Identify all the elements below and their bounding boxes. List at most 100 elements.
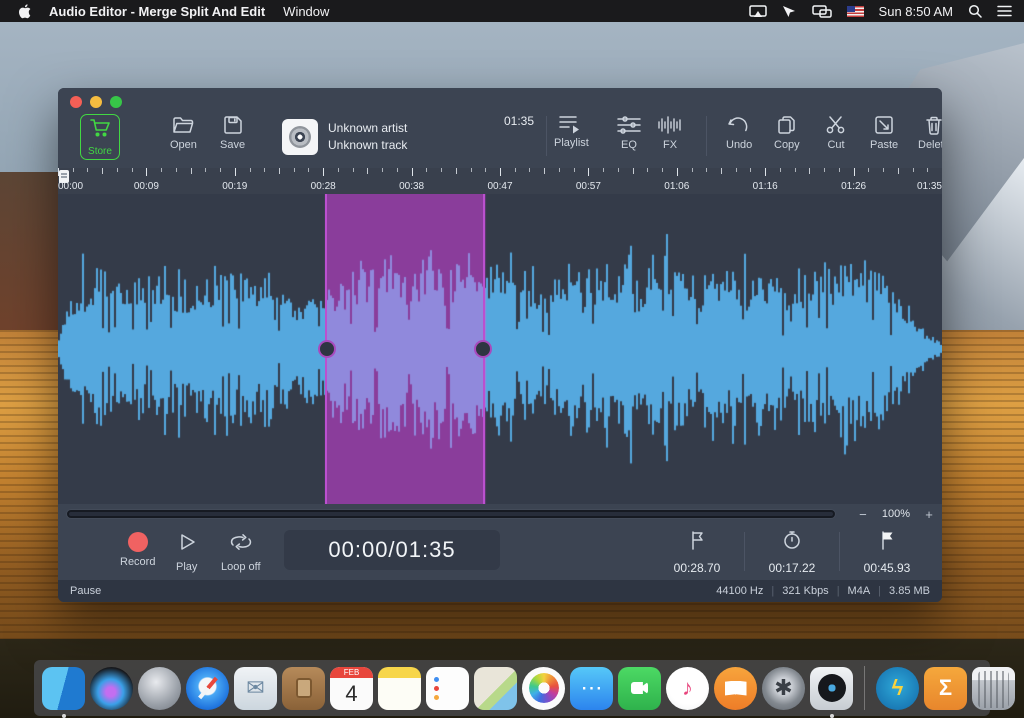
waveform-area[interactable] — [58, 194, 942, 504]
ruler-tick-major — [765, 168, 767, 176]
dock-lightning-app-icon[interactable]: ϟ — [876, 666, 919, 710]
ruler-tick-minor — [190, 168, 192, 174]
record-button[interactable]: Record — [120, 532, 155, 568]
airplay-display-icon[interactable] — [748, 4, 767, 18]
waveform-canvas[interactable] — [58, 194, 942, 504]
stopwatch-icon — [782, 530, 802, 555]
dock-launchpad-icon[interactable] — [138, 666, 181, 710]
pointer-icon[interactable] — [782, 5, 797, 18]
dock-ibooks-icon[interactable] — [714, 666, 757, 710]
calendar-month: FEB — [330, 666, 373, 678]
scrollbar-thumb[interactable] — [69, 512, 833, 516]
dock-notes-icon[interactable] — [378, 666, 421, 710]
zoom-window-button[interactable] — [110, 96, 122, 108]
zoom-in-button[interactable]: + — [922, 507, 936, 522]
undo-button[interactable]: Undo — [726, 114, 752, 151]
time-display: 00:00/01:35 — [284, 530, 500, 570]
ruler-tick-minor — [735, 168, 737, 172]
copy-button[interactable]: Copy — [774, 114, 800, 151]
status-divider: | — [836, 585, 840, 597]
ruler-tick-minor — [308, 168, 310, 172]
ruler-tick-major — [323, 168, 325, 176]
window-controls — [70, 96, 122, 108]
dock-photos-icon[interactable] — [522, 666, 565, 710]
timeline-ruler[interactable]: 00:00 00:09 00:19 00:28 00:38 00:47 00:57 01:06… — [58, 168, 942, 194]
ruler-tick-minor — [662, 168, 664, 172]
dock-calendar-icon[interactable]: FEB 4 — [330, 666, 373, 710]
dock-audio-editor-icon[interactable] — [810, 666, 853, 718]
ruler-tick-minor — [279, 168, 280, 174]
delete-button[interactable]: Delete — [918, 114, 942, 151]
ruler-label: 01:26 — [841, 181, 867, 192]
ruler-tick-minor — [455, 168, 457, 174]
status-info-item: 3.85 MB — [889, 585, 930, 597]
marker-time: 00:17.22 — [768, 561, 816, 575]
ruler-tick-minor — [632, 168, 634, 174]
eq-button[interactable]: EQ — [616, 114, 642, 151]
apple-menu-icon[interactable] — [18, 3, 31, 19]
dock-trash-icon[interactable] — [972, 666, 1015, 710]
fx-button[interactable]: FX — [656, 114, 684, 151]
displays-icon[interactable] — [811, 4, 832, 18]
copy-pages-icon — [775, 114, 799, 136]
dock-sigma-folder-icon[interactable]: Σ — [924, 666, 967, 710]
marker-flag-outline[interactable]: 00:28.70 — [656, 528, 738, 575]
dock-mail-icon[interactable]: ✉ — [234, 666, 277, 710]
menu-clock[interactable]: Sun 8:50 AM — [879, 4, 953, 19]
ruler-tick-minor — [897, 168, 899, 174]
menu-window[interactable]: Window — [283, 4, 329, 19]
cart-icon — [88, 118, 112, 145]
dock-finder-icon[interactable] — [42, 666, 85, 718]
marker-time: 00:45.93 — [863, 561, 911, 575]
selection-region[interactable] — [317, 194, 493, 504]
dock-reminders-icon[interactable] — [426, 666, 469, 710]
dock-system-preferences-icon[interactable]: ✱ — [762, 666, 805, 710]
dock-contacts-icon[interactable] — [282, 666, 325, 710]
playlist-icon — [558, 114, 584, 134]
marker-flag-filled[interactable]: 00:45.93 — [846, 528, 928, 575]
status-info-item: 321 Kbps — [782, 585, 829, 597]
ruler-tick-minor — [426, 168, 428, 172]
active-app-name[interactable]: Audio Editor - Merge Split And Edit — [49, 4, 265, 19]
scroll-zoom-row: − 100% + — [58, 504, 942, 524]
paste-button[interactable]: Paste — [870, 114, 898, 151]
notification-center-icon[interactable] — [997, 5, 1012, 17]
dock-maps-icon[interactable] — [474, 666, 517, 710]
ruler-label: 00:57 — [575, 181, 601, 192]
ruler-label: 00:09 — [133, 181, 159, 192]
horizontal-scrollbar[interactable] — [66, 509, 836, 519]
ruler-tick-minor — [647, 168, 649, 172]
marker-stopwatch[interactable]: 00:17.22 — [751, 528, 833, 575]
ruler-tick-minor — [131, 168, 133, 172]
selection-end-handle[interactable] — [474, 340, 493, 358]
ruler-tick-major — [853, 168, 855, 176]
playlist-button[interactable]: Playlist — [554, 114, 589, 149]
dock-safari-icon[interactable] — [186, 666, 229, 710]
dock-siri-icon[interactable] — [90, 666, 133, 710]
track-duration: 01:35 — [503, 114, 534, 128]
ruler-tick-minor — [691, 168, 693, 172]
ruler-label: 01:06 — [664, 181, 690, 192]
ruler-tick-minor — [750, 168, 752, 172]
ruler-tick-minor — [603, 168, 605, 172]
ruler-tick-minor — [205, 168, 207, 172]
spotlight-search-icon[interactable] — [968, 4, 982, 18]
dock-messages-icon[interactable]: ⋯ — [570, 666, 613, 710]
dock-itunes-icon[interactable]: ♪ — [666, 666, 709, 710]
track-info-panel[interactable]: Unknown artist Unknown track 01:35 — [282, 112, 534, 162]
zoom-out-button[interactable]: − — [856, 507, 870, 522]
dock-facetime-icon[interactable] — [618, 666, 661, 710]
play-button[interactable]: Play — [176, 532, 197, 573]
close-window-button[interactable] — [70, 96, 82, 108]
open-button[interactable]: Open — [170, 114, 197, 151]
store-button[interactable]: Store — [80, 114, 120, 160]
save-button[interactable]: Save — [220, 114, 245, 151]
loop-button[interactable]: Loop off — [221, 532, 261, 573]
input-language-flag-icon[interactable] — [846, 5, 864, 17]
transport-bar: Record Play Loop off 00:00/01:35 00:28.7… — [58, 524, 942, 580]
menu-bar: Audio Editor - Merge Split And Edit Wind… — [0, 0, 1024, 22]
minimize-window-button[interactable] — [90, 96, 102, 108]
marker-divider — [839, 532, 840, 571]
cut-button[interactable]: Cut — [824, 114, 848, 151]
selection-start-handle[interactable] — [317, 340, 336, 358]
